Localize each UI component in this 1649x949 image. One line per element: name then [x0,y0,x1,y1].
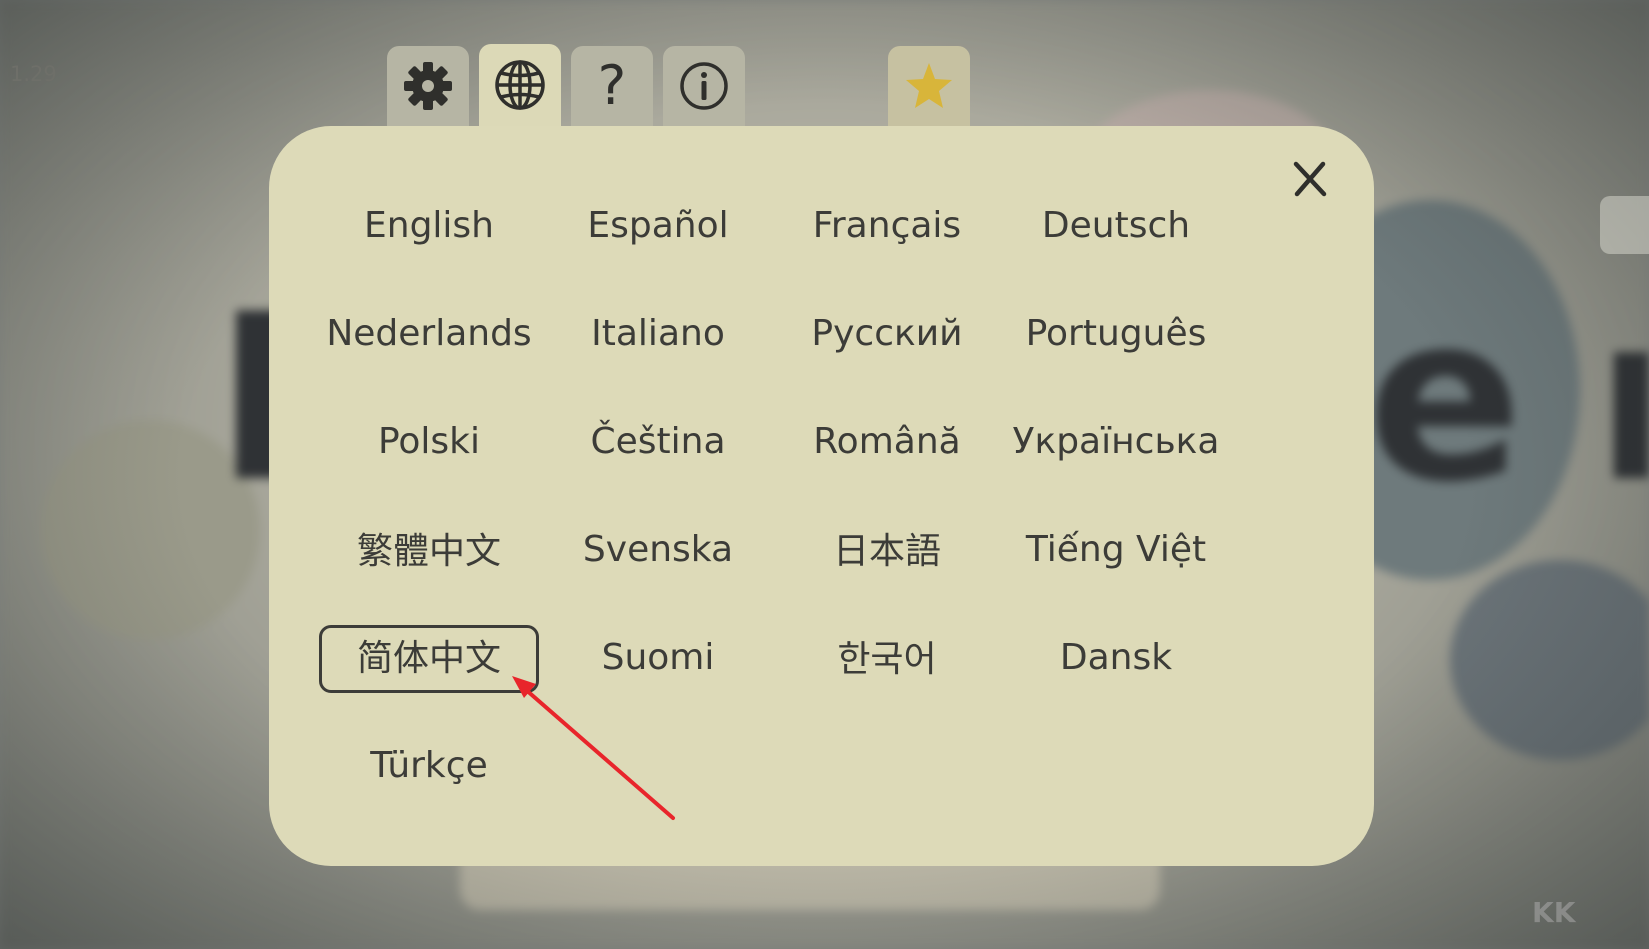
annotation-arrow [512,676,675,820]
watermark: KK [1532,896,1576,929]
